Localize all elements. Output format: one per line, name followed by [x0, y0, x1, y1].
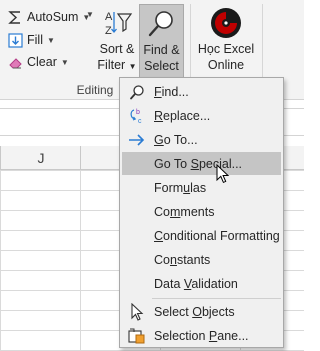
- menu-item-label: Formulas: [154, 180, 207, 195]
- svg-text:c: c: [138, 118, 142, 125]
- hoc-excel-online-button[interactable]: Học Excel Online: [194, 4, 258, 78]
- menu-item-replace[interactable]: b c Replace...: [122, 104, 281, 127]
- replace-icon: b c: [126, 105, 148, 127]
- menu-item-label: Selection Pane...: [154, 328, 249, 343]
- svg-text:Z: Z: [105, 25, 112, 37]
- menu-item-find[interactable]: Find...: [122, 80, 281, 103]
- sort-filter-button[interactable]: A Z Sort & Filter ▼: [96, 4, 138, 78]
- pointer-icon: [126, 301, 148, 323]
- menu-item-label: Constants: [154, 252, 211, 267]
- menu-item-go-to[interactable]: Go To...: [122, 128, 281, 151]
- hoc-excel-label-line1: Học Excel: [197, 42, 255, 56]
- sort-filter-label-line1: Sort &: [99, 42, 135, 56]
- menu-item-label: Replace...: [154, 108, 211, 123]
- chevron-down-icon: ▼: [128, 62, 137, 71]
- menu-item-formulas[interactable]: Formulas: [122, 176, 281, 199]
- svg-text:b: b: [136, 109, 140, 116]
- menu-item-label: Select Objects: [154, 304, 235, 319]
- menu-item-select-objects[interactable]: Select Objects: [122, 300, 281, 323]
- find-select-label-line1: Find &: [143, 43, 180, 57]
- clear-button[interactable]: Clear ▼: [6, 52, 69, 72]
- sigma-icon: [6, 9, 24, 25]
- menu-item-comments[interactable]: Comments: [122, 200, 281, 223]
- svg-text:A: A: [105, 11, 113, 23]
- arrow-right-icon: [126, 129, 148, 151]
- menu-item-label: Go To...: [154, 132, 198, 147]
- fill-down-icon: [6, 32, 24, 48]
- fill-button[interactable]: Fill ▼: [6, 30, 55, 50]
- hoc-excel-label-line2: Online: [207, 58, 245, 72]
- find-select-menu: Find... b c Replace... Go To... Go To Sp…: [119, 77, 284, 348]
- menu-item-selection-pane[interactable]: Selection Pane...: [122, 324, 281, 347]
- sort-filter-label-line2: Filter ▼: [96, 57, 138, 75]
- fill-label: Fill: [27, 33, 43, 47]
- clear-label: Clear: [27, 55, 57, 69]
- column-divider: [0, 146, 1, 170]
- autosum-dropdown-icon[interactable]: ▼: [86, 10, 94, 19]
- selection-pane-icon: [126, 325, 148, 347]
- menu-item-label: Comments: [154, 204, 215, 219]
- column-divider: [80, 146, 81, 170]
- menu-item-data-validation[interactable]: Data Validation: [122, 272, 281, 295]
- chevron-down-icon: ▼: [60, 57, 69, 67]
- menu-separator: [152, 298, 281, 299]
- autosum-label: AutoSum: [27, 10, 79, 24]
- sort-filter-icon: A Z: [103, 8, 133, 41]
- eraser-icon: [6, 54, 24, 70]
- find-select-text: Select: [144, 59, 179, 73]
- sort-filter-text: Filter: [97, 58, 126, 72]
- menu-item-constants[interactable]: Constants: [122, 248, 281, 271]
- magnifier-icon: [146, 9, 176, 42]
- menu-item-label: Data Validation: [154, 276, 238, 291]
- autosum-button[interactable]: AutoSum ▼: [6, 7, 90, 27]
- mouse-cursor-icon: [216, 163, 230, 184]
- chevron-down-icon: ▼: [46, 35, 55, 45]
- search-icon: [126, 81, 148, 103]
- menu-item-label: Conditional Formatting: [154, 228, 280, 243]
- menu-item-go-to-special[interactable]: Go To Special...: [122, 152, 281, 175]
- menu-item-label: Find...: [154, 84, 189, 99]
- menu-item-conditional-formatting[interactable]: Conditional Formatting: [122, 224, 281, 247]
- find-select-button[interactable]: Find & Select ▼: [139, 4, 184, 88]
- hoc-excel-logo-icon: [210, 7, 242, 42]
- column-header-j[interactable]: J: [2, 146, 80, 170]
